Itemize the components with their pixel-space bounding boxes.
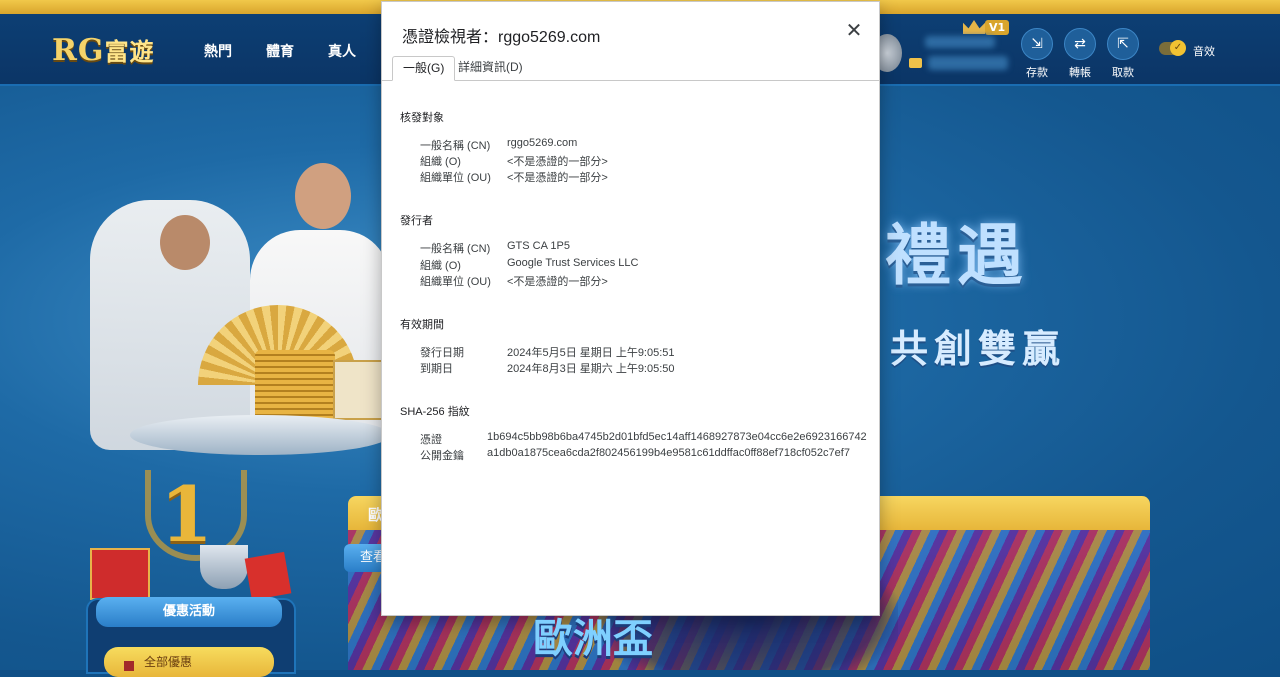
trophy-cup-icon <box>200 545 248 589</box>
field-value: GTS CA 1P5 <box>507 240 570 252</box>
wallet-icon <box>909 58 922 68</box>
red-envelope-icon <box>244 551 292 601</box>
certificate-viewer-dialog: 憑證檢視者：rggo5269.com ✕ 一般(G) 詳細資訊(D) 核發對象 … <box>382 2 879 615</box>
gift-box-decoration <box>333 360 387 420</box>
dialog-title: 憑證檢視者：rggo5269.com <box>402 29 601 46</box>
field-value: Google Trust Services LLC <box>507 257 639 269</box>
section-issuer-heading: 發行者 <box>400 215 433 227</box>
withdraw-button[interactable]: ⇱ 取款 <box>1107 28 1139 86</box>
euro-card-title: 歐 <box>368 506 384 524</box>
banner-slogan-main: 禮遇 <box>885 217 1029 294</box>
field-value: rggo5269.com <box>507 137 578 149</box>
tab-general[interactable]: 一般(G) <box>392 56 456 81</box>
field-label: 組織單位 (OU) <box>420 172 491 184</box>
coin-stack-decoration <box>255 350 335 420</box>
nav-item-live[interactable]: 真人 <box>328 41 356 61</box>
promo-all-button[interactable]: 全部優惠 <box>104 647 274 677</box>
field-value: 2024年5月5日 星期日 上午9:05:51 <box>507 347 675 359</box>
field-value: <不是憑證的一部分> <box>507 156 608 168</box>
nav-item-sports[interactable]: 體育 <box>266 41 294 61</box>
rank-one-trophy: 1 <box>160 470 213 559</box>
field-value: <不是憑證的一部分> <box>507 276 608 288</box>
player-head-right <box>295 163 351 229</box>
withdraw-icon: ⇱ <box>1107 28 1139 60</box>
section-fingerprints-heading: SHA-256 指紋 <box>400 406 470 418</box>
check-icon: ✓ <box>1170 40 1186 56</box>
field-label: 公開金鑰 <box>420 450 464 462</box>
sound-toggle[interactable]: ✓ <box>1159 40 1186 56</box>
deposit-icon: ⇲ <box>1021 28 1053 60</box>
deposit-label: 存款 <box>1026 66 1048 79</box>
euro-cup-image-text: 歐洲盃 <box>533 616 653 662</box>
sound-label: 音效 <box>1193 45 1215 58</box>
red-gift-decoration <box>90 548 150 600</box>
field-label: 憑證 <box>420 434 442 446</box>
close-icon[interactable]: ✕ <box>843 19 865 43</box>
player-head-left <box>160 215 210 270</box>
field-label: 發行日期 <box>420 347 464 359</box>
transfer-button[interactable]: ⇄ 轉帳 <box>1064 28 1096 86</box>
transfer-icon: ⇄ <box>1064 28 1096 60</box>
field-label: 組織單位 (OU) <box>420 276 491 288</box>
username-redacted <box>925 36 995 48</box>
logo-text: RG <box>52 33 105 68</box>
promo-tab[interactable]: 優惠活動 <box>96 597 282 627</box>
field-value: a1db0a1875cea6cda2f802456199b4e9581c61dd… <box>487 447 850 459</box>
logo-cn-text: 富遊 <box>104 37 155 66</box>
withdraw-label: 取款 <box>1112 66 1134 79</box>
promo-all-label: 全部優惠 <box>144 655 193 669</box>
balance-redacted <box>928 56 1008 70</box>
field-label: 一般名稱 (CN) <box>420 243 491 255</box>
field-value: <不是憑證的一部分> <box>507 172 608 184</box>
podium-decoration <box>130 415 390 455</box>
transfer-label: 轉帳 <box>1069 66 1091 79</box>
site-logo[interactable]: RG富遊 <box>52 32 155 68</box>
section-validity-heading: 有效期間 <box>400 319 444 331</box>
dialog-tabs: 一般(G) 詳細資訊(D) <box>382 56 879 81</box>
field-label: 組織 (O) <box>420 156 461 168</box>
field-label: 到期日 <box>420 363 453 375</box>
deposit-button[interactable]: ⇲ 存款 <box>1021 28 1053 86</box>
vip-badge: V1 <box>985 20 1010 35</box>
banner-slogan-sub: 共創雙贏 <box>890 327 1067 371</box>
field-value: 2024年8月3日 星期六 上午9:05:50 <box>507 363 675 375</box>
nav-item-hot[interactable]: 熱門 <box>204 41 232 61</box>
field-label: 一般名稱 (CN) <box>420 140 491 152</box>
field-value: 1b694c5bb98b6ba4745b2d01bfd5ec14aff14689… <box>487 431 867 443</box>
section-issued-to-heading: 核發對象 <box>400 112 444 124</box>
field-label: 組織 (O) <box>420 260 461 272</box>
tab-details[interactable]: 詳細資訊(D) <box>448 56 533 79</box>
